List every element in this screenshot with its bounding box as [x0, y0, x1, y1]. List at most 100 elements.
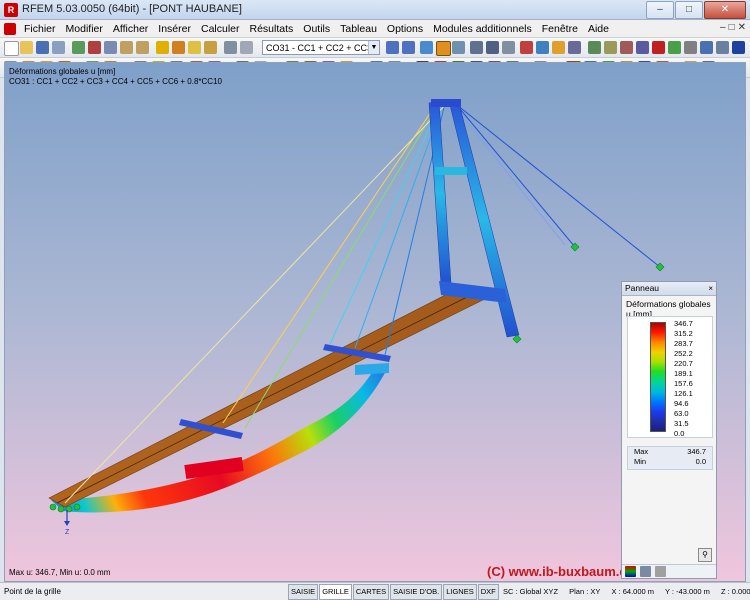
- menu-bar: Fichier Modifier Afficher Insérer Calcul…: [0, 20, 750, 38]
- filter-icon[interactable]: [700, 41, 713, 54]
- loadcase-value: CO31 - CC1 + CC2 + CC3 + CC4 + CC5: [266, 43, 379, 53]
- max-min-summary: Max u: 346.7, Min u: 0.0 mm: [9, 568, 111, 577]
- max-label: Max: [634, 447, 649, 456]
- lightbulb-icon[interactable]: [188, 41, 201, 54]
- open-folder-icon[interactable]: [20, 41, 33, 54]
- more-icon[interactable]: [732, 41, 745, 54]
- redo-icon[interactable]: [136, 41, 149, 54]
- doc-restore-button[interactable]: □: [729, 22, 735, 33]
- status-toggles: SAISIE GRILLE CARTES SAISIE D'OB. LIGNES…: [288, 584, 500, 600]
- results-panel[interactable]: Panneau × Déformations globales u [mm] 3…: [621, 281, 717, 579]
- zoom-icon[interactable]: [536, 41, 549, 54]
- legend-value: 157.6: [674, 379, 693, 388]
- deformation-icon[interactable]: [436, 41, 451, 56]
- menu-tableau[interactable]: Tableau: [340, 22, 377, 36]
- toggle-dxf[interactable]: DXF: [477, 584, 499, 600]
- panel-icon[interactable]: [240, 41, 253, 54]
- menu-inserer[interactable]: Insérer: [158, 22, 191, 36]
- filter-tab-icon[interactable]: [655, 566, 666, 577]
- values-icon[interactable]: [452, 41, 465, 54]
- color-legend[interactable]: 346.7 315.2 283.7 252.2 220.7 189.1 157.…: [627, 316, 713, 438]
- menu-calculer[interactable]: Calculer: [201, 22, 240, 36]
- settings-icon[interactable]: [684, 41, 697, 54]
- doc-minimize-button[interactable]: –: [720, 22, 726, 33]
- window-title: RFEM 5.03.0050 (64bit) - [PONT HAUBANE]: [22, 3, 242, 15]
- color-scale-bar[interactable]: [650, 322, 666, 432]
- check-icon[interactable]: [668, 41, 681, 54]
- legend-value: 63.0: [674, 409, 689, 418]
- model-data-icon[interactable]: [72, 41, 85, 54]
- save-icon[interactable]: [36, 41, 49, 54]
- toggle-glignes[interactable]: LIGNES: [443, 584, 477, 600]
- menu-options[interactable]: Options: [387, 22, 423, 36]
- new-file-icon[interactable]: [4, 41, 19, 56]
- max-value: 346.7: [687, 447, 706, 456]
- magnifier-icon[interactable]: ⚲: [698, 548, 712, 562]
- main-toolbar: CO31 - CC1 + CC2 + CC3 + CC4 + CC5▼: [0, 38, 750, 58]
- maximize-button[interactable]: □: [675, 1, 703, 19]
- display-icon[interactable]: [568, 41, 581, 54]
- panel-title-bar[interactable]: Panneau ×: [622, 282, 716, 296]
- menu-aide[interactable]: Aide: [588, 22, 609, 36]
- section-icon[interactable]: [502, 41, 515, 54]
- print-icon[interactable]: [52, 41, 65, 54]
- menu-outils[interactable]: Outils: [303, 22, 330, 36]
- next-loadcase-icon[interactable]: [402, 41, 415, 54]
- min-label: Min: [634, 457, 647, 466]
- min-value: 0.0: [695, 457, 706, 466]
- results-icon[interactable]: [172, 41, 185, 54]
- table-icon[interactable]: [224, 41, 237, 54]
- max-min-box: Max 346.7 Min 0.0: [627, 446, 713, 470]
- legend-values: 346.7 315.2 283.7 252.2 220.7 189.1 157.…: [674, 319, 693, 439]
- menu-fichier[interactable]: Fichier: [24, 22, 56, 36]
- show-results-icon[interactable]: [420, 41, 433, 54]
- folder-icon[interactable]: [204, 41, 217, 54]
- undo-icon[interactable]: [120, 41, 133, 54]
- toggle-cartes[interactable]: CARTES: [352, 584, 390, 600]
- delete-icon[interactable]: [652, 41, 665, 54]
- support-icon[interactable]: [470, 41, 483, 54]
- menu-modules[interactable]: Modules additionnels: [433, 22, 532, 36]
- document-icon[interactable]: [4, 23, 16, 35]
- view-icon[interactable]: [520, 41, 533, 54]
- panel-result-name: Déformations globales: [626, 299, 711, 309]
- panel-close-icon[interactable]: ×: [708, 282, 713, 295]
- title-bar: R RFEM 5.03.0050 (64bit) - [PONT HAUBANE…: [0, 0, 750, 20]
- loadcase-select[interactable]: CO31 - CC1 + CC2 + CC3 + CC4 + CC5▼: [262, 40, 380, 55]
- menu-afficher[interactable]: Afficher: [113, 22, 148, 36]
- chevron-down-icon[interactable]: ▼: [368, 41, 379, 54]
- legend-value: 126.1: [674, 389, 693, 398]
- cut-icon[interactable]: [88, 41, 101, 54]
- result-type-label: Déformations globales u [mm]: [9, 67, 116, 76]
- rotate-icon[interactable]: [620, 41, 633, 54]
- calculate-icon[interactable]: [156, 41, 169, 54]
- legend-value: 31.5: [674, 419, 689, 428]
- minimize-button[interactable]: –: [646, 1, 674, 19]
- menu-fenetre[interactable]: Fenêtre: [542, 22, 578, 36]
- combination-label: CO31 : CC1 + CC2 + CC3 + CC4 + CC5 + CC6…: [9, 77, 222, 86]
- iso-view-icon[interactable]: [636, 41, 649, 54]
- toggle-grille[interactable]: GRILLE: [319, 584, 352, 600]
- render-icon[interactable]: [552, 41, 565, 54]
- color-scale-tab-icon[interactable]: [625, 566, 636, 577]
- x-coordinate: X : 64.000 m: [611, 587, 655, 596]
- support-nodes: [49, 242, 665, 513]
- menu-modifier[interactable]: Modifier: [66, 22, 103, 36]
- y-coordinate: Y : -43.000 m: [664, 587, 710, 596]
- deformed-crossbeam-right: [355, 363, 389, 375]
- doc-close-button[interactable]: ✕: [738, 22, 746, 33]
- legend-value: 346.7: [674, 319, 693, 328]
- menu-resultats[interactable]: Résultats: [250, 22, 294, 36]
- copy-icon[interactable]: [104, 41, 117, 54]
- toggle-saisie[interactable]: SAISIE: [288, 584, 319, 600]
- pen-icon[interactable]: [716, 41, 729, 54]
- panel-title: Panneau: [625, 283, 660, 293]
- grid-icon[interactable]: [588, 41, 601, 54]
- close-button[interactable]: ✕: [704, 1, 746, 19]
- factors-tab-icon[interactable]: [640, 566, 651, 577]
- deck-centerline: [56, 288, 484, 504]
- axis-icon[interactable]: [604, 41, 617, 54]
- toggle-saisie-ob[interactable]: SAISIE D'OB.: [390, 584, 443, 600]
- previous-loadcase-icon[interactable]: [386, 41, 399, 54]
- member-icon[interactable]: [486, 41, 499, 54]
